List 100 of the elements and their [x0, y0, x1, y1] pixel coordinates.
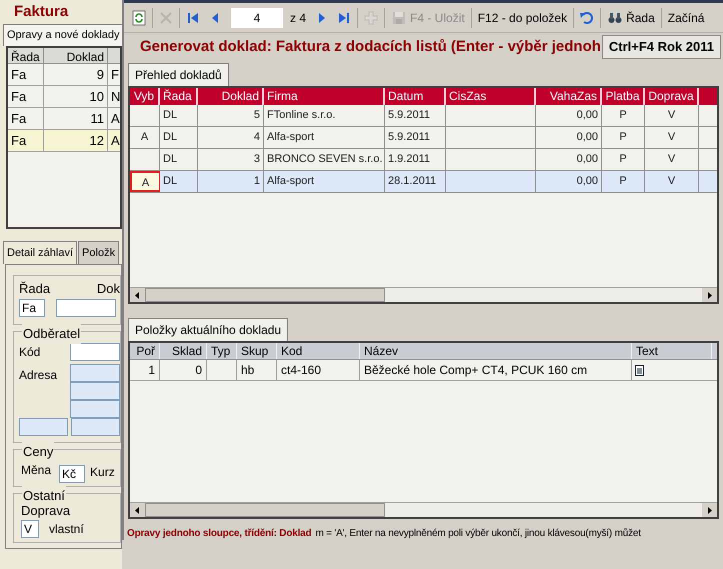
column-header[interactable]: Sklad — [160, 343, 207, 359]
horizontal-scrollbar[interactable] — [130, 287, 717, 302]
address-field[interactable] — [70, 382, 120, 400]
refresh-icon[interactable] — [131, 10, 147, 26]
field-label: Adresa — [19, 367, 58, 384]
table-cell: 0,00 — [536, 149, 602, 170]
table-cell: 0 — [160, 360, 207, 380]
table-cell: 12 — [44, 130, 108, 150]
column-header[interactable]: Datum — [385, 88, 446, 105]
field-label: Dok — [96, 280, 120, 298]
table-cell: BRONCO SEVEN s.r.o. — [264, 149, 385, 170]
column-header[interactable]: Firma — [264, 88, 385, 105]
table-cell: P — [602, 171, 645, 192]
tab[interactable]: Položky aktuálního dokladu — [128, 318, 288, 341]
right-arrow-icon[interactable] — [702, 288, 717, 302]
page-count: z 4 — [290, 10, 306, 26]
column-header[interactable]: VahaZas — [536, 88, 602, 105]
column-header[interactable]: Text — [632, 343, 712, 359]
table-cell: P — [602, 149, 645, 170]
table-cell: 5.9.2011 — [385, 105, 446, 126]
column-header[interactable]: Skup — [237, 343, 277, 359]
code-field[interactable] — [70, 342, 120, 360]
table-cell: Alfa-sport — [264, 171, 385, 192]
table-cell: V — [645, 105, 699, 126]
column-header[interactable]: Doklad — [44, 48, 108, 62]
table-cell: Fa — [8, 86, 44, 106]
table-cell: Alfa-sport — [264, 127, 385, 148]
toolbar-button[interactable]: Začíná — [666, 6, 706, 28]
table-cell: Fa — [8, 130, 44, 150]
column-header[interactable]: Řada — [8, 48, 44, 62]
table-cell: 3 — [198, 149, 264, 170]
column-header[interactable]: Název — [360, 343, 632, 359]
status-text: m = 'A', Enter na nevyplněném poli výběr ukončí, jinou klávesou(myší) můžet — [315, 526, 641, 540]
document-field[interactable] — [56, 298, 116, 316]
table-cell: 5.9.2011 — [385, 127, 446, 148]
field-label: Řada — [19, 280, 52, 298]
floppy-icon — [391, 10, 408, 26]
table-cell: 11 — [44, 108, 108, 128]
horizontal-scrollbar[interactable] — [130, 502, 717, 517]
field-value: vlastní — [49, 521, 84, 538]
tab[interactable]: Opravy a nové doklady — [3, 24, 122, 46]
column-header[interactable]: CisZas — [446, 88, 536, 105]
table-cell: ct4-160 — [277, 360, 360, 380]
table-cell: 0,00 — [536, 105, 602, 126]
table-row[interactable]: Fa 12 A — [8, 130, 120, 152]
left-arrow-icon[interactable] — [130, 503, 145, 517]
table-cell: DL — [160, 127, 198, 148]
table-cell: 0,00 — [536, 171, 602, 192]
address-field[interactable] — [70, 364, 120, 382]
table-cell: 10 — [44, 86, 108, 106]
rada-field[interactable]: Fa — [19, 298, 45, 316]
column-header[interactable]: Kod — [277, 343, 360, 359]
table-cell: FTonline s.r.o. — [264, 105, 385, 126]
column-header[interactable]: Typ — [207, 343, 237, 359]
table-row[interactable]: A DL 1 Alfa-sport 28.1.2011 0,00 P V — [130, 171, 717, 193]
toolbar-button[interactable]: Řada — [605, 6, 657, 28]
table-cell: Fa — [8, 64, 44, 84]
right-arrow-icon[interactable] — [702, 503, 717, 517]
tab[interactable]: Detail záhlaví — [3, 240, 78, 264]
column-header[interactable]: Platba — [602, 88, 645, 105]
table-row[interactable]: DL 5 FTonline s.r.o. 5.9.2011 0,00 P V — [130, 105, 717, 127]
table-cell: Fa — [8, 108, 44, 128]
window-title: Faktura — [13, 2, 70, 20]
table-row[interactable]: A DL 4 Alfa-sport 5.9.2011 0,00 P V — [130, 127, 717, 149]
table-cell: 1 — [198, 171, 264, 192]
table-cell: DL — [160, 149, 198, 170]
table-cell[interactable]: A — [130, 127, 160, 148]
table-cell: 9 — [44, 64, 108, 84]
table-cell: P — [602, 127, 645, 148]
column-header[interactable]: Řada — [160, 88, 198, 105]
table-cell[interactable]: A — [130, 171, 160, 192]
address-field[interactable] — [70, 400, 120, 418]
undo-icon[interactable] — [579, 10, 596, 26]
table-cell: P — [602, 105, 645, 126]
address-field[interactable] — [70, 418, 120, 436]
transport-field[interactable]: V — [21, 520, 39, 538]
table-cell: hb — [237, 360, 277, 380]
currency-field[interactable]: Kč — [59, 465, 86, 483]
field-label: Měna — [21, 462, 52, 479]
table-cell: 1.9.2011 — [385, 149, 446, 170]
column-header[interactable]: Vyb — [130, 88, 160, 105]
table-cell: DL — [160, 105, 198, 126]
toolbar-button[interactable]: F12 - do položek — [476, 6, 570, 28]
table-cell: V — [645, 171, 699, 192]
tab[interactable]: Přehled dokladů — [128, 63, 229, 86]
tab[interactable]: Položk — [78, 240, 120, 264]
note-icon[interactable] — [635, 364, 644, 376]
column-header[interactable]: Poř — [130, 343, 160, 359]
group-title: Odběratel — [22, 324, 82, 344]
record-field[interactable]: 4 — [231, 8, 283, 28]
address-field[interactable] — [19, 418, 68, 436]
field-label: Kurz — [90, 464, 115, 481]
status-title: Opravy jednoho sloupce, třídění: Doklad — [127, 526, 312, 540]
year-button[interactable]: Ctrl+F4 Rok 2011 — [602, 35, 721, 59]
column-header[interactable]: Doklad — [198, 88, 264, 105]
table-cell: 5 — [198, 105, 264, 126]
table-cell: V — [645, 127, 699, 148]
left-arrow-icon[interactable] — [130, 288, 145, 302]
table-cell: 1 — [130, 360, 160, 380]
column-header[interactable]: Doprava — [645, 88, 699, 105]
